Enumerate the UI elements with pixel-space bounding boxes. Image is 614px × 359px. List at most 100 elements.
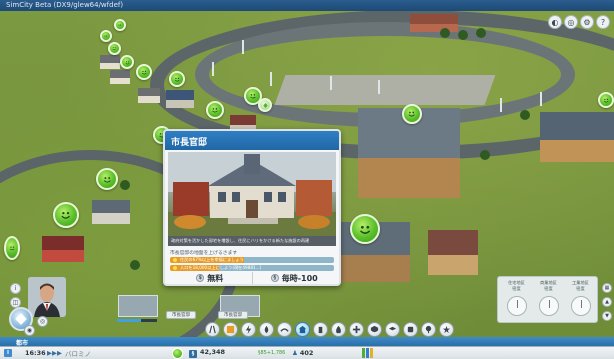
happiness-indicator-icon[interactable]	[100, 30, 112, 42]
settings-icon[interactable]: ⚙	[580, 15, 594, 29]
city-hall-icon[interactable]	[295, 322, 310, 337]
speed-control[interactable]: ▶▶▶	[47, 349, 62, 357]
health-icon[interactable]	[349, 322, 364, 337]
popup-goal-label: 市長官邸の地盤を上げるさます	[170, 251, 238, 256]
cost-cell: $ 無料	[168, 272, 252, 284]
sewage-icon[interactable]	[277, 322, 292, 337]
density-label: 商業地区 密度	[540, 280, 557, 291]
building-thumbnail[interactable]	[118, 295, 158, 317]
house[interactable]	[428, 230, 478, 275]
status-bar: II 16:36 ▶▶▶ バロミノ § 42,348 §85+1,786 ♟ 402	[0, 346, 614, 359]
pause-icon[interactable]: II	[4, 349, 12, 357]
happiness-indicator-icon[interactable]	[53, 202, 79, 228]
density-label: 工業地区 密度	[572, 280, 589, 291]
water-icon[interactable]	[259, 322, 274, 337]
funds-value: 42,348	[200, 348, 226, 356]
up-arrow-icon[interactable]: ▲	[602, 297, 612, 307]
happiness-indicator-icon[interactable]	[4, 236, 20, 260]
zoom-slider[interactable]	[117, 319, 157, 322]
density-column[interactable]: 工業地区 密度	[565, 280, 596, 316]
power-icon[interactable]	[241, 322, 256, 337]
down-arrow-icon[interactable]: ▼	[602, 311, 612, 321]
specialization-icon[interactable]	[439, 322, 454, 337]
fire-icon[interactable]	[331, 322, 346, 337]
tree	[440, 28, 450, 38]
happiness-indicator-icon[interactable]	[120, 55, 134, 69]
money-icon: $	[196, 274, 205, 282]
speed-icon[interactable]: ◐	[548, 15, 562, 29]
density-label: 住宅地区 密度	[508, 280, 525, 291]
dial-icon	[506, 296, 527, 316]
street-lamp	[270, 72, 272, 86]
happiness-indicator-icon[interactable]	[169, 71, 185, 87]
street-lamp	[378, 80, 380, 94]
star-icon	[173, 266, 177, 270]
happiness-indicator-icon[interactable]	[96, 168, 118, 190]
region-icon[interactable]: ◉	[24, 325, 35, 336]
road-icon[interactable]	[205, 322, 220, 337]
happiness-indicator-icon[interactable]	[114, 19, 126, 31]
zone-icon[interactable]	[223, 322, 238, 337]
house[interactable]	[110, 70, 130, 84]
upkeep-cell: § 毎時-100	[251, 272, 337, 284]
info-toggle-icon[interactable]: ◎	[37, 316, 48, 327]
house[interactable]	[92, 200, 130, 224]
population-value: 402	[299, 349, 314, 357]
right-mini-tools: ▦ ▲ ▼	[602, 283, 612, 321]
chart-icon[interactable]: ▦	[602, 283, 612, 293]
tray-button[interactable]: 市長官邸	[166, 311, 196, 319]
help-icon[interactable]: ?	[596, 15, 610, 29]
house[interactable]	[138, 88, 160, 103]
house[interactable]	[410, 14, 458, 32]
build-toolbar	[205, 322, 454, 337]
upkeep-label: 毎時-100	[281, 273, 318, 283]
happiness-status-icon[interactable]	[172, 347, 183, 359]
funds-display[interactable]: § 42,348	[189, 348, 225, 358]
happiness-indicator-icon[interactable]	[350, 214, 380, 244]
star-icon	[173, 258, 177, 262]
house[interactable]	[540, 112, 614, 162]
tray-button[interactable]: 市長官邸	[218, 311, 248, 319]
density-column[interactable]: 住宅地区 密度	[501, 280, 532, 316]
rci-meter[interactable]	[362, 348, 373, 358]
plaza	[274, 75, 496, 105]
upkeep-icon: §	[270, 274, 279, 282]
street-lamp	[500, 98, 502, 112]
popup-footer: $ 無料 § 毎時-100	[168, 272, 336, 284]
waste-icon[interactable]	[313, 322, 328, 337]
city-name-tab[interactable]: 都市	[0, 337, 614, 347]
camera-icon[interactable]: ◎	[564, 15, 578, 29]
progress-label: 住民の67%以上を幸福にましょう	[180, 257, 244, 262]
street-lamp	[242, 40, 244, 54]
advisor-portrait[interactable]	[28, 277, 66, 317]
game-time: 16:36	[25, 349, 46, 357]
education-icon[interactable]	[385, 322, 400, 337]
house[interactable]	[100, 55, 120, 69]
building-info-popup[interactable]: 市長官邸 政府対策を活かした邸宅を増設し、住民にハリをかける新たな施設の再建 市…	[163, 129, 341, 286]
happiness-indicator-icon[interactable]	[258, 98, 272, 112]
population-display[interactable]: ♟ 402	[292, 349, 313, 357]
parks-icon[interactable]	[421, 322, 436, 337]
transit-icon[interactable]	[403, 322, 418, 337]
happiness-indicator-icon[interactable]	[206, 101, 224, 119]
dial-icon	[538, 296, 559, 316]
top-right-controls: ◐ ◎ ⚙ ?	[548, 15, 610, 29]
tree	[480, 150, 490, 160]
house[interactable]	[42, 236, 84, 262]
happiness-indicator-icon[interactable]	[108, 42, 121, 55]
info-icon[interactable]: i	[10, 283, 21, 294]
tree	[520, 110, 530, 120]
density-column[interactable]: 商業地区 密度	[533, 280, 564, 316]
street-lamp	[540, 92, 542, 106]
progress-label: 人口を18,000以上にしよう(現在49881...)	[180, 265, 262, 270]
police-icon[interactable]	[367, 322, 382, 337]
side-icons: i ◫	[10, 283, 21, 308]
income-display: §85+1,786	[258, 350, 286, 356]
happiness-indicator-icon[interactable]	[598, 92, 614, 108]
happiness-indicator-icon[interactable]	[136, 64, 152, 80]
happiness-indicator-icon[interactable]	[402, 104, 422, 124]
house[interactable]	[166, 90, 194, 108]
tree	[130, 260, 140, 270]
progress-bar: 人口を18,000以上にしよう(現在49881...)	[170, 265, 334, 271]
street-lamp	[330, 76, 332, 90]
